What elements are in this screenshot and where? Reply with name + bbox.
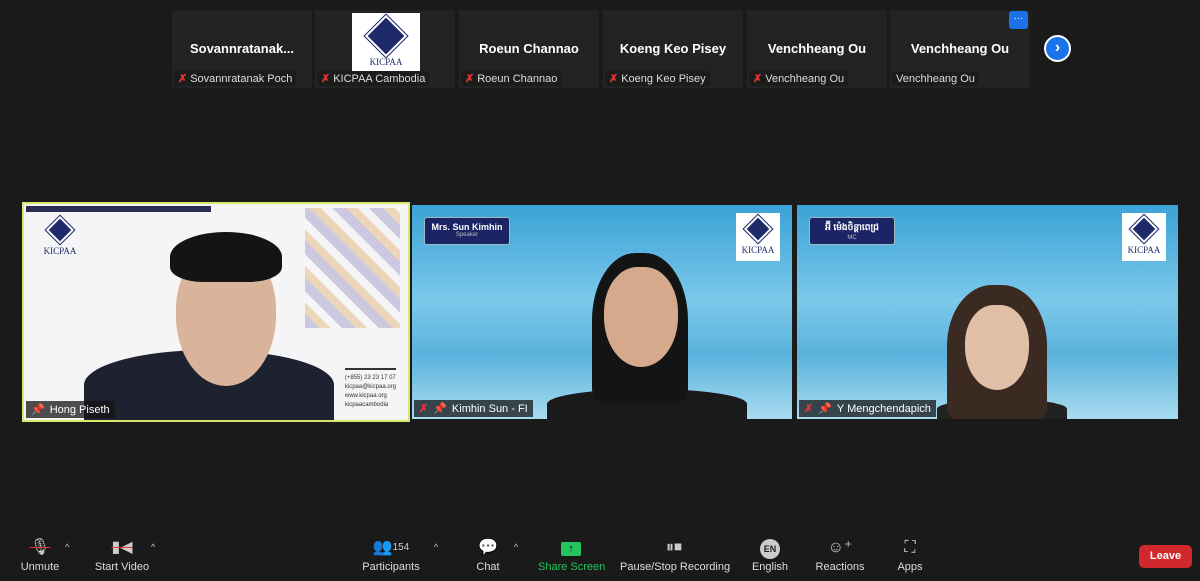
participant-tile[interactable]: Koeng Keo Pisey ✗ Koeng Keo Pisey: [603, 10, 743, 88]
participant-display-name: Sovannratanak...: [189, 41, 295, 56]
speaker-head: [965, 305, 1029, 390]
participant-display-name: Venchheang Ou: [910, 41, 1010, 56]
more-options-button[interactable]: ···: [1009, 11, 1028, 29]
mic-off-icon: 🎙: [29, 539, 51, 556]
participants-button[interactable]: 👥154 Participants: [362, 538, 420, 573]
language-icon: EN: [760, 539, 780, 559]
mic-muted-icon: ✗: [804, 403, 814, 415]
pin-icon: 📌: [433, 403, 447, 415]
participant-display-name: Venchheang Ou: [767, 41, 867, 56]
participant-count: 154: [392, 542, 410, 553]
audio-options-caret[interactable]: ^: [65, 542, 69, 552]
chat-caret[interactable]: ^: [514, 542, 518, 552]
participant-tile[interactable]: KICPAA ✗ KICPAA Cambodia: [315, 10, 455, 88]
language-button[interactable]: EN English: [750, 538, 790, 573]
decorative-pattern: [305, 208, 400, 328]
participant-name: Venchheang Ou: [896, 73, 975, 85]
kicpaa-logo: KICPAA: [352, 13, 420, 75]
mic-muted-icon: ✗: [465, 73, 475, 85]
contact-info: (+855) 23 23 17 07 kicpaa@kicpaa.org www.k…: [344, 368, 396, 410]
mic-muted-icon: ✗: [753, 73, 763, 85]
video-options-caret[interactable]: ^: [151, 542, 155, 552]
participant-tile[interactable]: Venchheang Ou ✗ Venchheang Ou: [747, 10, 887, 88]
meeting-toolbar: 🎙 Unmute ^ ▮◀ Start Video ^ 👥154 Participan…: [0, 532, 1200, 581]
pin-icon: 📌: [31, 404, 45, 416]
mic-muted-icon: ✗: [178, 73, 188, 85]
video-tile-kimhin-sun[interactable]: Mrs. Sun Kimhin Speaker KICPAA ✗ 📌 Kimhin S…: [412, 205, 792, 419]
next-page-button[interactable]: ›: [1044, 35, 1071, 62]
participant-display-name: Koeng Keo Pisey: [619, 41, 727, 56]
apps-icon: ⛶: [904, 539, 916, 556]
share-screen-button[interactable]: ↑ Share Screen: [538, 538, 605, 573]
participant-name: Sovannratanak Poch: [190, 72, 293, 85]
participant-name: Hong Piseth: [49, 403, 110, 416]
chat-icon: 💬: [478, 539, 498, 556]
unmute-button[interactable]: 🎙 Unmute: [20, 538, 60, 573]
video-tile-hong-piseth[interactable]: KICPAA (+855) 23 23 17 07 kicpaa@kicpaa.o…: [22, 202, 410, 422]
kicpaa-logo: KICPAA: [1122, 213, 1166, 261]
video-tile-y-mengchendapich[interactable]: អ៊ី ម៉េងចិន្តាពេជ្រ MC KICPAA ✗ 📌 Y Mengche…: [797, 205, 1178, 419]
participants-icon: 👥: [372, 539, 393, 556]
leave-button[interactable]: Leave: [1139, 545, 1192, 568]
mic-muted-icon: ✗: [321, 73, 331, 85]
participant-name: Y Mengchendapich: [836, 402, 931, 415]
participant-display-name: Roeun Channao: [479, 41, 579, 56]
participant-tile[interactable]: Roeun Channao ✗ Roeun Channao: [459, 10, 599, 88]
participant-tile[interactable]: Sovannratanak... ✗ Sovannratanak Poch: [172, 10, 312, 88]
share-screen-icon: ↑: [561, 542, 581, 556]
kicpaa-logo: KICPAA: [736, 213, 780, 261]
name-banner: Mrs. Sun Kimhin Speaker: [424, 217, 510, 245]
participants-caret[interactable]: ^: [434, 542, 438, 552]
video-off-icon: ▮◀: [111, 539, 133, 556]
pin-icon: 📌: [818, 403, 832, 415]
pause-stop-icon: ⏸⏹: [665, 539, 682, 556]
participant-name: KICPAA Cambodia: [333, 72, 426, 85]
reactions-icon: ☺⁺: [827, 539, 853, 556]
chat-button[interactable]: 💬 Chat: [472, 538, 504, 573]
mic-muted-icon: ✗: [609, 73, 619, 85]
participant-name: Koeng Keo Pisey: [621, 72, 706, 85]
mic-muted-icon: ✗: [419, 403, 429, 415]
kicpaa-logo: KICPAA: [40, 214, 80, 262]
start-video-button[interactable]: ▮◀ Start Video: [92, 538, 152, 573]
name-banner: អ៊ី ម៉េងចិន្តាពេជ្រ MC: [809, 217, 895, 245]
pause-stop-recording-button[interactable]: ⏸⏹ Pause/Stop Recording: [620, 538, 730, 573]
apps-button[interactable]: ⛶ Apps: [895, 538, 925, 573]
participant-name: Venchheang Ou: [765, 72, 845, 85]
speaker-head: [604, 267, 678, 367]
reactions-button[interactable]: ☺⁺ Reactions: [815, 538, 865, 573]
participant-name: Roeun Channao: [477, 72, 558, 85]
participant-name: Kimhin Sun - FI: [451, 402, 528, 415]
